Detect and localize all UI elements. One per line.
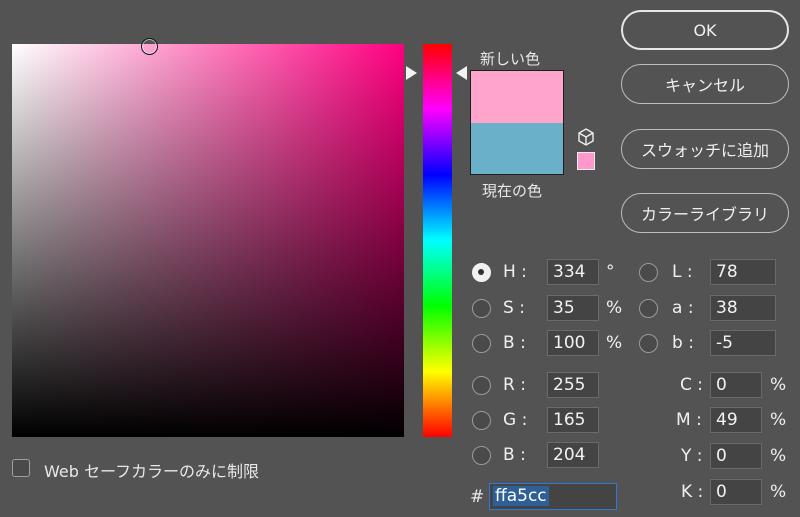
add-to-swatches-button[interactable]: スウォッチに追加 [621,129,789,169]
saturation-input[interactable]: 35 [547,295,599,321]
hue-slider[interactable] [423,44,452,437]
red-input[interactable]: 255 [547,372,599,398]
saturation-unit: % [606,298,623,318]
websafe-only-label: Web セーフカラーのみに制限 [44,462,260,481]
radio-blue[interactable] [472,446,491,465]
brightness-label: B : [503,333,526,353]
websafe-color-swatch[interactable] [577,152,595,170]
color-picker-dialog: 新しい色 現在の色 OK キャンセル スウォッチに追加 カラーライブラリ H :… [0,0,800,517]
radio-lab-l[interactable] [639,263,658,282]
current-color-label: 現在の色 [482,182,543,200]
lab-l-input[interactable]: 78 [710,259,776,285]
new-color-label: 新しい色 [480,50,541,68]
cyan-unit: % [770,375,787,395]
lab-l-label: L : [672,262,693,282]
hue-slider-left-arrow-icon[interactable] [406,66,417,80]
hue-input[interactable]: 334 [547,259,599,285]
black-label: K : [681,482,704,502]
ok-button[interactable]: OK [621,10,789,50]
magenta-input[interactable]: 49 [710,407,762,433]
color-comparison [470,70,564,175]
brightness-unit: % [606,333,623,353]
websafe-only-checkbox[interactable] [12,459,30,477]
hex-value-selected: ffa5cc [493,486,549,506]
radio-red[interactable] [472,376,491,395]
yellow-unit: % [770,446,787,466]
radio-brightness[interactable] [472,334,491,353]
lab-b-label: b : [672,333,694,353]
black-unit: % [770,482,787,502]
cancel-button[interactable]: キャンセル [621,64,789,104]
yellow-label: Y : [681,446,703,466]
red-label: R : [503,375,526,395]
blue-input[interactable]: 204 [547,442,599,468]
lab-a-label: a : [672,298,694,318]
cyan-label: C : [680,375,704,395]
radio-green[interactable] [472,411,491,430]
color-libraries-button[interactable]: カラーライブラリ [621,193,789,233]
black-input[interactable]: 0 [710,479,762,505]
radio-hue[interactable] [472,263,491,282]
magenta-label: M : [676,410,702,430]
lab-a-input[interactable]: 38 [710,295,776,321]
new-color-swatch [471,71,563,123]
cyan-input[interactable]: 0 [710,372,762,398]
radio-lab-b[interactable] [639,334,658,353]
green-input[interactable]: 165 [547,407,599,433]
hex-hash-label: # [470,487,485,507]
green-label: G : [503,410,528,430]
saturation-label: S : [503,298,525,318]
current-color-swatch[interactable] [471,123,563,174]
hex-input[interactable]: ffa5cc [489,483,617,510]
brightness-input[interactable]: 100 [547,330,599,356]
magenta-unit: % [770,410,787,430]
radio-saturation[interactable] [472,299,491,318]
color-field[interactable] [12,44,404,437]
hue-label: H : [503,262,527,282]
blue-label: B : [503,445,526,465]
hue-unit: ° [606,262,615,282]
lab-b-input[interactable]: -5 [710,330,776,356]
color-field-cursor[interactable] [141,38,158,55]
cube-icon[interactable] [576,127,596,147]
yellow-input[interactable]: 0 [710,443,762,469]
radio-lab-a[interactable] [639,299,658,318]
hue-slider-right-arrow-icon[interactable] [456,66,467,80]
